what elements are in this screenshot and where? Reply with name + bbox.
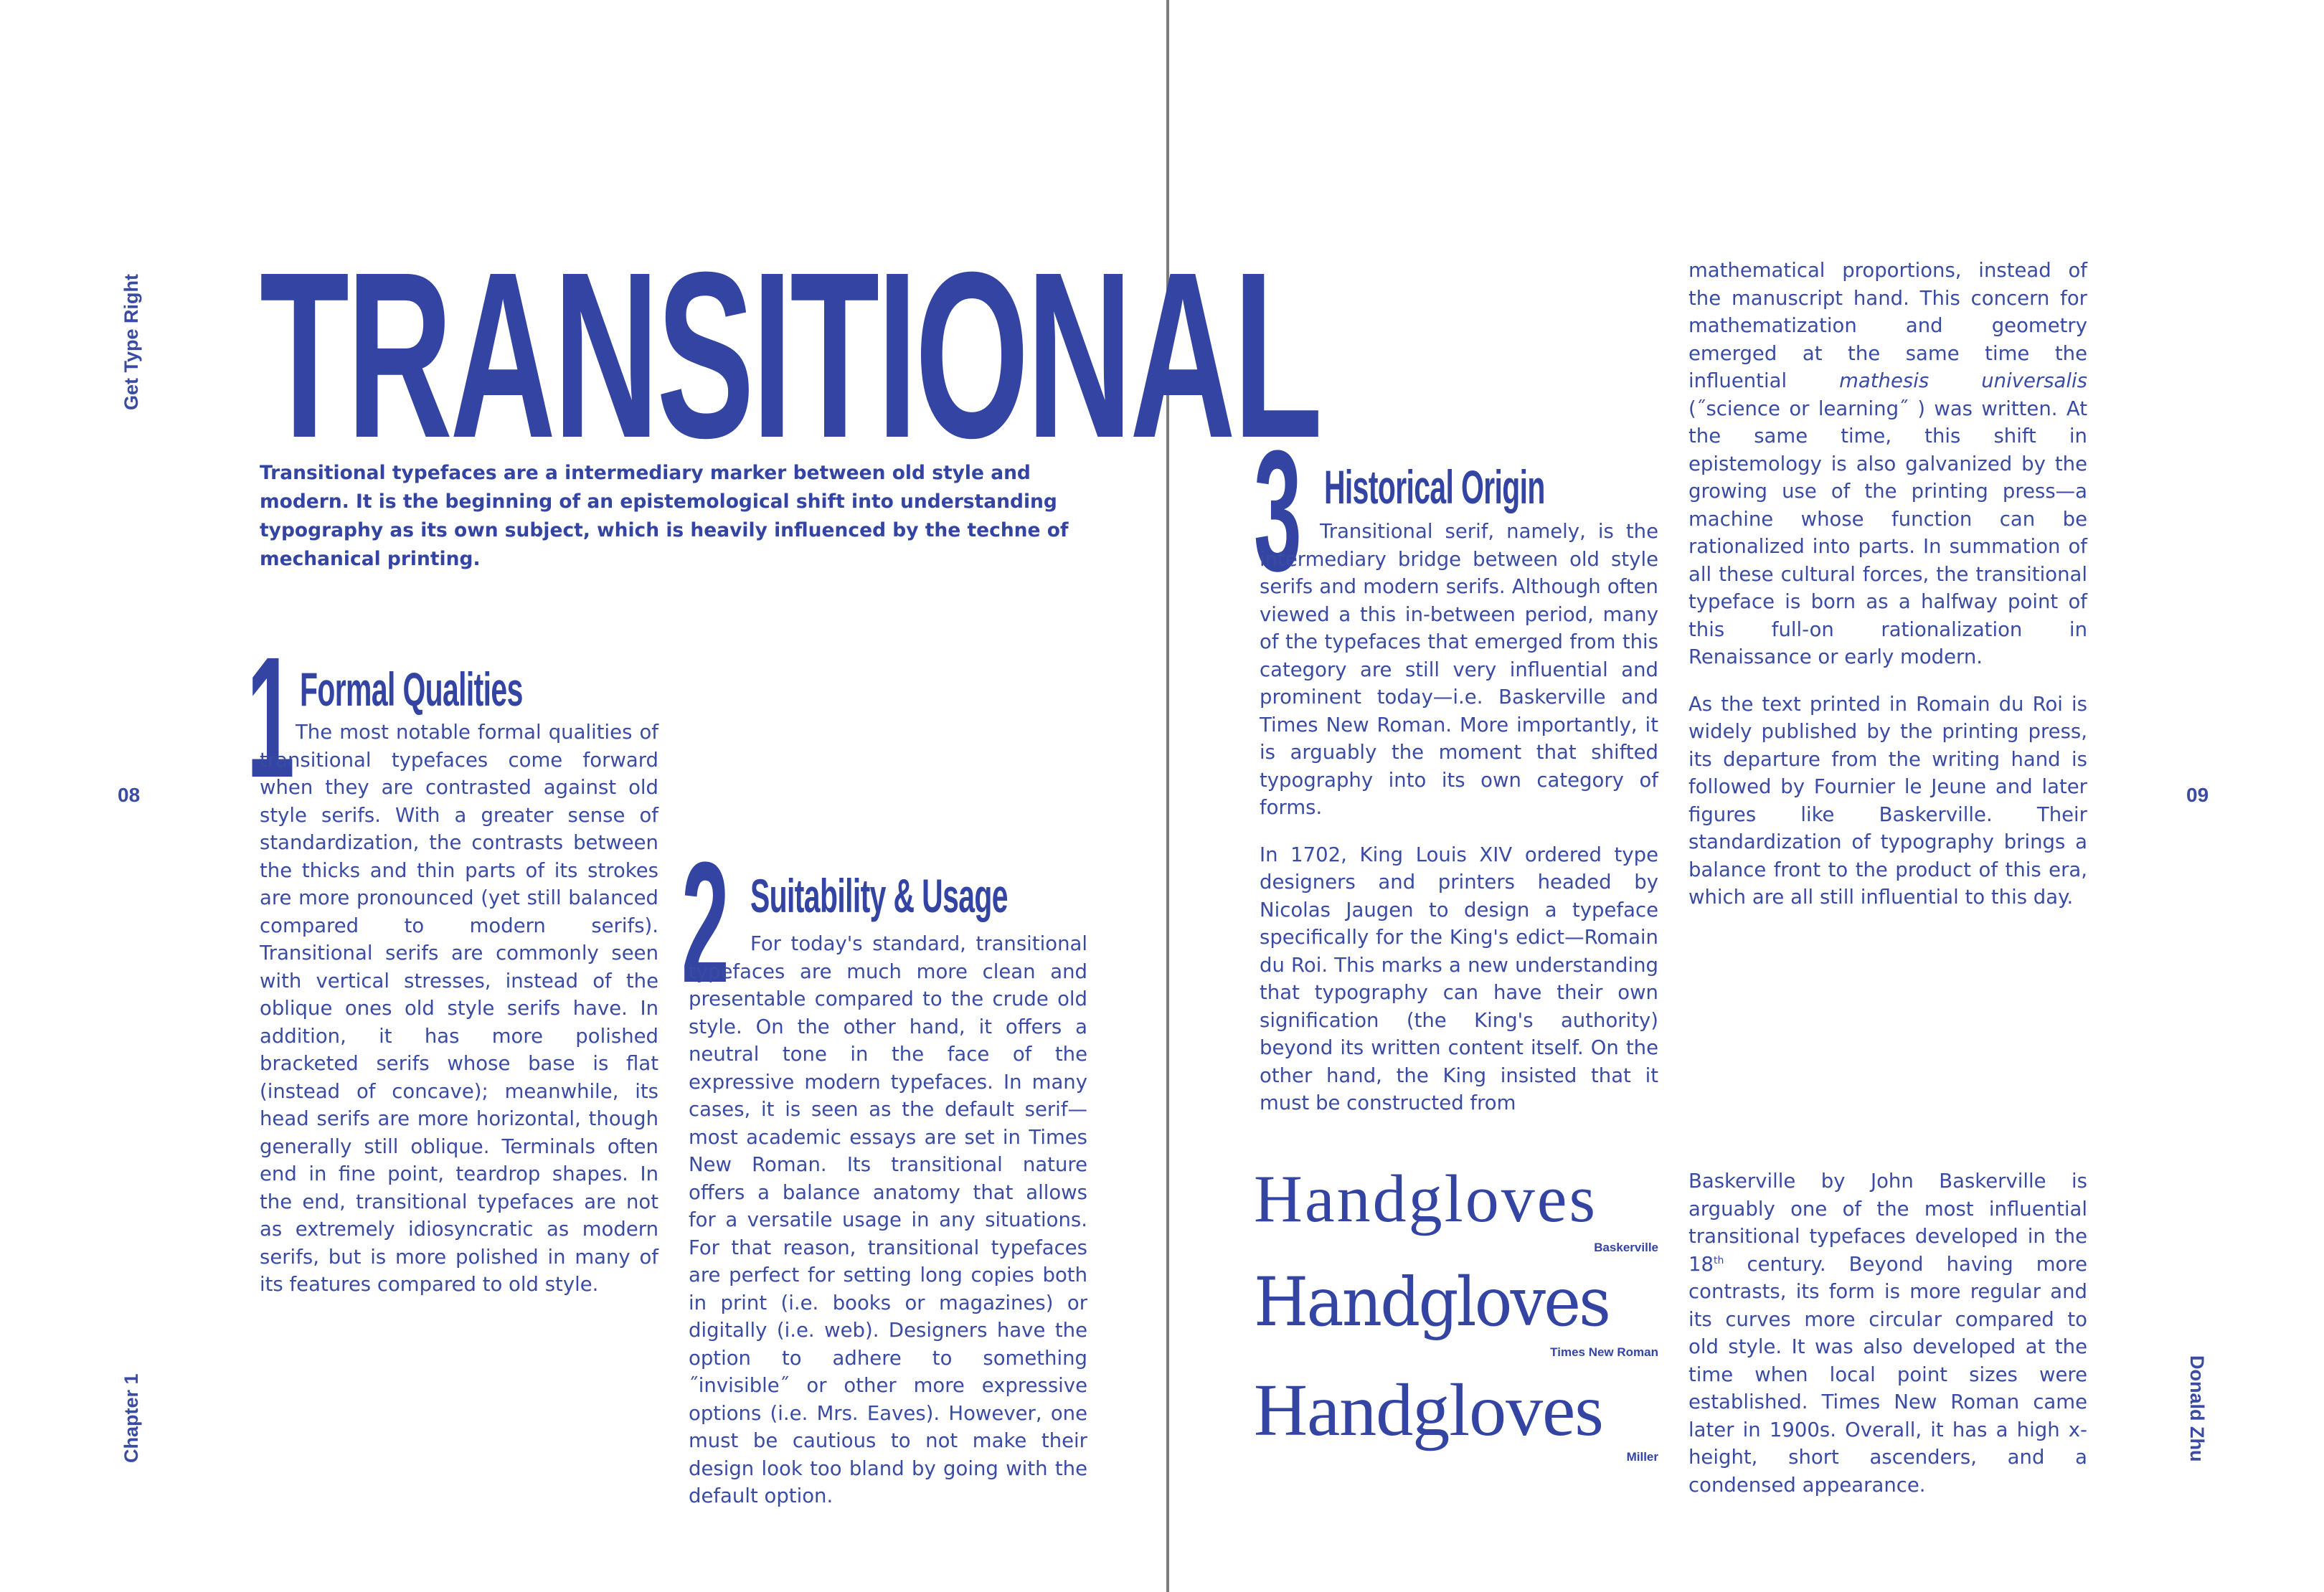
page-number-left: 08 [118,784,141,806]
specimen-baskerville: Handgloves [1254,1162,1598,1236]
running-head: Get Type Right [121,273,142,410]
specimen-label-baskerville: Baskerville [1594,1241,1658,1254]
baskerville-note: Baskerville by John Baskerville is argua… [1688,1167,2087,1499]
baskerville-note-sup: th [1714,1254,1724,1266]
section-text-2: For today's standard, transitional typef… [689,930,1087,1510]
author-name: Donald Zhu [2186,1355,2208,1462]
section-heading-2: Suitability & Usage [750,869,1008,922]
intro-paragraph: Transitional typefaces are a intermediar… [260,462,1069,570]
col4-para-2: As the text printed in Romain du Roi is … [1688,692,2087,909]
col4-para-1: mathematical proportions, instead of the… [1688,257,2087,671]
chapter-title: TRANSITIONAL [260,222,1323,487]
baskerville-note-b: century. Beyond having more contrasts, i… [1688,1252,2087,1497]
section-text-3-para-1: Transitional serif, namely, is the inter… [1260,520,1658,819]
col4-para-1-italic: mathesis universalis [1839,369,2088,392]
section-text-1: The most notable formal qualities of tra… [260,719,658,1299]
chapter-label: Chapter 1 [121,1373,142,1463]
section-text-2-content: For today's standard, transitional typef… [689,932,1087,1507]
section-heading-1: Formal Qualities [300,663,523,716]
specimen-label-miller: Miller [1626,1450,1658,1464]
section-text-3-para-2: In 1702, King Louis XIV ordered type des… [1260,843,1658,1115]
section-text-3: Transitional serif, namely, is the inter… [1260,518,1658,1137]
specimen-times: Handgloves [1254,1264,1611,1342]
specimen-label-times: Times New Roman [1550,1345,1658,1359]
section-heading-3: Historical Origin [1324,460,1545,513]
specimen-miller: Handgloves [1254,1369,1604,1451]
section-text-1-content: The most notable formal qualities of tra… [260,721,658,1296]
page-number-right: 09 [2186,784,2209,806]
col4-para-1-b: (˝science or learning˝ ) was written. At… [1688,397,2087,669]
column-4-text: mathematical proportions, instead of the… [1688,257,2087,931]
